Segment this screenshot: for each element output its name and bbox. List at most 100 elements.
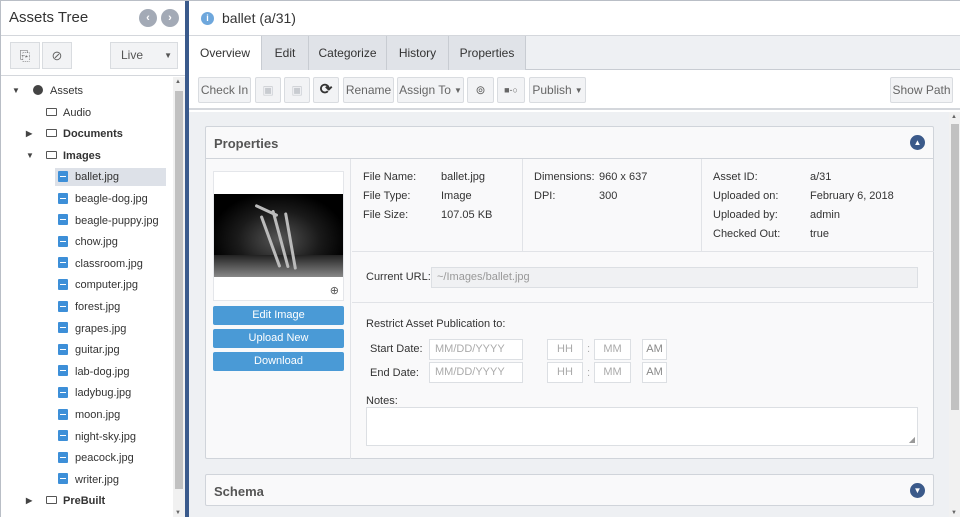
chevron-down-icon[interactable]: ▼ [910,483,925,498]
show-path-button[interactable]: Show Path [890,77,953,103]
tree-item[interactable]: computer.jpg [55,276,144,294]
tab-properties[interactable]: Properties [449,36,526,70]
expand-arrow-icon[interactable]: ▼ [12,82,20,100]
tree-item-label: night-sky.jpg [75,430,136,443]
eye-slash-icon[interactable]: ⊘ [42,42,72,69]
refresh-icon[interactable]: ⟳ [313,77,339,103]
tree-item[interactable]: classroom.jpg [55,255,149,273]
upload-new-button[interactable]: Upload New [213,329,344,348]
collapse-arrow-icon[interactable]: ▶ [26,125,32,143]
tree-item-label: ladybug.jpg [75,387,132,400]
content-scrollbar[interactable]: ▲ ▼ [949,112,960,517]
connector-icon[interactable]: ■-○ [497,77,525,103]
scroll-up-icon[interactable]: ▲ [175,79,181,85]
resize-grip-icon[interactable]: ◢ [909,435,915,444]
sidebar-scrollbar[interactable]: ▲ ▼ [173,77,185,517]
tree-item-label: PreBuilt [63,495,106,508]
save-new-icon[interactable]: ▣ [284,77,310,103]
end-ampm-toggle[interactable]: AM [642,362,667,383]
chevron-right-icon[interactable]: › [161,9,179,27]
tree-item[interactable]: chow.jpg [55,233,124,251]
end-minute-input[interactable]: MM [594,362,631,383]
tree-item[interactable]: grapes.jpg [55,320,132,338]
tab-overview[interactable]: Overview [189,36,262,71]
tree-item[interactable]: moon.jpg [55,406,126,424]
assign-to-button[interactable]: Assign To ▼ [397,77,464,103]
tree-item-label: writer.jpg [75,473,120,486]
properties-panel-header[interactable]: Properties ▲ [206,127,933,159]
start-date-input[interactable]: MM/DD/YYYY [429,339,523,360]
end-date-input[interactable]: MM/DD/YYYY [429,362,523,383]
tree-item[interactable]: beagle-dog.jpg [55,190,154,208]
schema-panel-header[interactable]: Schema ▼ [206,475,933,507]
scrollbar-thumb[interactable] [175,91,183,489]
tree-item-label: classroom.jpg [75,257,143,270]
translate-icon[interactable]: ⎘ [10,42,40,69]
tree-item[interactable]: night-sky.jpg [55,428,142,446]
tab-history[interactable]: History [387,36,449,70]
notes-textarea[interactable]: ◢ [366,407,918,446]
asset-id-label: Asset ID: [713,171,758,183]
expand-arrow-icon[interactable]: ▼ [26,147,34,165]
tree-item[interactable]: ▼ Assets [12,82,89,100]
tree-item[interactable]: guitar.jpg [55,341,126,359]
image-file-icon [58,192,68,204]
sidebar-header: Assets Tree ‹ › [1,1,185,36]
time-separator: : [587,343,591,355]
tab-categorize[interactable]: Categorize [309,36,387,70]
chevron-left-icon[interactable]: ‹ [139,9,157,27]
start-date-label: Start Date: [370,343,423,355]
schema-panel-title: Schema [214,484,264,499]
start-hour-input[interactable]: HH [547,339,583,360]
scroll-up-icon[interactable]: ▲ [951,114,957,120]
tree-item-label: beagle-puppy.jpg [75,214,159,227]
start-minute-input[interactable]: MM [594,339,631,360]
image-file-icon [58,386,68,398]
dpi-label: DPI: [534,190,556,202]
end-hour-input[interactable]: HH [547,362,583,383]
tree-item[interactable]: forest.jpg [55,298,126,316]
download-button[interactable]: Download [213,352,344,371]
workflow-icon[interactable]: ⊚ [467,77,494,103]
tree-item[interactable]: ▶ PreBuilt [26,492,111,510]
check-in-button[interactable]: Check In [198,77,251,103]
publish-button[interactable]: Publish ▼ [529,77,586,103]
current-url-label: Current URL: [366,271,431,283]
image-preview[interactable]: ⊕ [213,171,344,301]
tab-edit[interactable]: Edit [262,36,309,70]
rename-button[interactable]: Rename [343,77,394,103]
scroll-down-icon[interactable]: ▼ [951,510,957,516]
chevron-up-icon[interactable]: ▲ [910,135,925,150]
tree-item[interactable]: lab-dog.jpg [55,363,135,381]
zoom-in-icon[interactable]: ⊕ [330,284,339,297]
tree-item[interactable]: ▶ Documents [26,125,129,143]
start-ampm-toggle[interactable]: AM [642,339,667,360]
caret-down-icon: ▼ [574,86,583,95]
app-window: Assets Tree ‹ › ⎘ ⊘ Live ▼ ▼ Assets Audio ▶ D… [0,0,960,517]
tree-item[interactable]: peacock.jpg [55,449,140,467]
ballet-thumbnail [214,194,343,277]
tree-item[interactable]: Audio [43,104,97,122]
tree-item[interactable]: ▼ Images [26,147,107,165]
mode-select-value: Live [121,48,144,62]
save-icon[interactable]: ▣ [255,77,281,103]
folder-icon [46,129,57,138]
uploaded-on-label: Uploaded on: [713,190,779,202]
tree-item[interactable]: writer.jpg [55,471,125,489]
tree-item-label: Images [63,149,101,162]
tree-item-label: beagle-dog.jpg [75,193,148,205]
tree-item[interactable]: ballet.jpg [55,168,166,187]
image-file-icon [58,365,68,377]
tree-item-label: ballet.jpg [75,171,120,184]
dimensions-label: Dimensions: [534,171,595,183]
scrollbar-thumb[interactable] [951,124,959,410]
scroll-down-icon[interactable]: ▼ [175,510,181,516]
tree-item[interactable]: beagle-puppy.jpg [55,212,165,230]
tree-item[interactable]: ladybug.jpg [55,384,137,402]
edit-image-button[interactable]: Edit Image [213,306,344,325]
folder-icon [46,150,57,159]
current-url-field[interactable]: ~/Images/ballet.jpg [431,267,918,288]
collapse-arrow-icon[interactable]: ▶ [26,492,32,510]
action-toolbar: Check In ▣ ▣ ⟳ Rename Assign To ▼ ⊚ ■-○ P… [189,70,960,110]
mode-select[interactable]: Live ▼ [110,42,178,69]
